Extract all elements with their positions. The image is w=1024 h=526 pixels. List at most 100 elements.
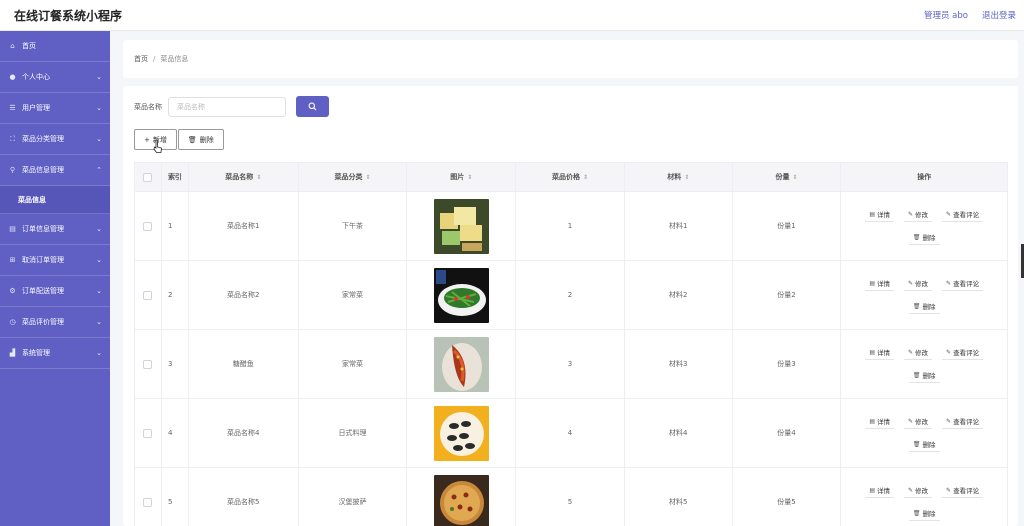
row-index: 2 <box>162 261 189 329</box>
edit-button[interactable]: ✎ 修改 <box>904 483 933 498</box>
row-portion: 份量1 <box>733 192 842 260</box>
reviews-button[interactable]: ✎ 查看评论 <box>942 276 984 291</box>
detail-button[interactable]: ▤ 详情 <box>865 207 894 222</box>
detail-button[interactable]: ▤ 详情 <box>865 483 894 498</box>
sidebar-item-order-delivery[interactable]: ⚙ 订单配送管理 ⌄ <box>0 276 110 307</box>
header-label: 材料 <box>667 173 682 181</box>
dish-table: 索引 菜品名称 ⇕ 菜品分类 ⇕ 图片 ⇕ 菜品价格 ⇕ 材料 ⇕ 份量 ⇕ 操作 1 菜品… <box>134 162 1008 526</box>
row-price: 4 <box>516 399 625 467</box>
edit-icon: ✎ <box>946 486 952 494</box>
row-checkbox[interactable] <box>143 359 153 369</box>
table-row: 5 菜品名称5 汉堡披萨 5 材料5 份量5 ▤ 详情 ✎ 修改 ✎ 查看评论 🗑 删除 <box>135 468 1007 526</box>
dish-image <box>433 336 489 392</box>
reviews-button[interactable]: ✎ 查看评论 <box>942 345 984 360</box>
header-portion[interactable]: 份量 ⇕ <box>733 163 842 191</box>
row-index: 4 <box>162 399 189 467</box>
sidebar-subitem-dish-info[interactable]: 菜品信息 <box>0 186 110 214</box>
header-name[interactable]: 菜品名称 ⇕ <box>189 163 299 191</box>
row-checkbox[interactable] <box>143 497 153 507</box>
home-icon: ⌂ <box>10 42 15 50</box>
chevron-down-icon: ⌄ <box>96 104 102 112</box>
row-portion: 份量2 <box>733 261 842 329</box>
sidebar-item-order-info[interactable]: ▤ 订单信息管理 ⌄ <box>0 214 110 245</box>
reviews-button[interactable]: ✎ 查看评论 <box>942 414 984 429</box>
clock-icon: ◷ <box>9 318 16 326</box>
row-name: 菜品名称1 <box>189 192 299 260</box>
edit-button[interactable]: ✎ 修改 <box>904 345 933 360</box>
row-image-cell <box>407 468 517 526</box>
edit-button[interactable]: ✎ 修改 <box>904 414 933 429</box>
table-row: 4 菜品名称4 日式料理 4 材料4 份量4 ▤ 详情 ✎ 修改 ✎ 查看评论 🗑 删除 <box>135 399 1007 468</box>
header-material[interactable]: 材料 ⇕ <box>625 163 733 191</box>
breadcrumb-home[interactable]: 首页 <box>134 54 148 64</box>
logout-link[interactable]: 退出登录 <box>982 9 1016 21</box>
chevron-up-icon: ⌃ <box>96 166 102 174</box>
row-delete-button[interactable]: 🗑 删除 <box>908 368 940 383</box>
row-checkbox[interactable] <box>143 221 153 231</box>
admin-user-link[interactable]: 管理员 abo <box>924 9 968 21</box>
header-image[interactable]: 图片 ⇕ <box>407 163 517 191</box>
detail-button[interactable]: ▤ 详情 <box>865 345 894 360</box>
row-delete-button[interactable]: 🗑 删除 <box>908 506 940 521</box>
edit-button[interactable]: ✎ 修改 <box>904 207 933 222</box>
op-label: 删除 <box>922 234 936 242</box>
row-checkbox-cell <box>135 192 162 260</box>
row-index: 1 <box>162 192 189 260</box>
app-title: 在线订餐系统小程序 <box>14 8 123 23</box>
op-label: 删除 <box>922 372 936 380</box>
header-category[interactable]: 菜品分类 ⇕ <box>299 163 408 191</box>
row-checkbox-cell <box>135 468 162 526</box>
trash-icon: 🗑 <box>912 509 921 517</box>
reviews-button[interactable]: ✎ 查看评论 <box>942 207 984 222</box>
detail-icon: ▤ <box>869 279 875 287</box>
detail-button[interactable]: ▤ 详情 <box>865 414 894 429</box>
row-ops: ▤ 详情 ✎ 修改 ✎ 查看评论 🗑 删除 <box>841 192 1007 260</box>
table-row: 2 菜品名称2 家常菜 2 材料2 份量2 ▤ 详情 ✎ 修改 ✎ 查看评论 🗑 删除 <box>135 261 1007 330</box>
sidebar-item-label: 菜品评价管理 <box>22 318 64 326</box>
select-all-checkbox[interactable] <box>143 172 153 182</box>
row-material: 材料2 <box>625 261 733 329</box>
breadcrumb-current: 菜品信息 <box>160 55 189 63</box>
top-right-links: 管理员 abo 退出登录 <box>924 9 1016 21</box>
sidebar-item-user-management[interactable]: ☰ 用户管理 ⌄ <box>0 93 110 124</box>
row-index: 5 <box>162 468 189 526</box>
order-icon: ▤ <box>9 225 16 233</box>
delete-button[interactable]: 🗑 删除 <box>177 129 224 150</box>
row-delete-button[interactable]: 🗑 删除 <box>908 230 940 245</box>
row-ops: ▤ 详情 ✎ 修改 ✎ 查看评论 🗑 删除 <box>841 261 1007 329</box>
row-ops: ▤ 详情 ✎ 修改 ✎ 查看评论 🗑 删除 <box>841 399 1007 467</box>
row-ops: ▤ 详情 ✎ 修改 ✎ 查看评论 🗑 删除 <box>841 468 1007 526</box>
sidebar-item-dish-info[interactable]: ⚲ 菜品信息管理 ⌃ <box>0 155 110 186</box>
row-index: 3 <box>162 330 189 398</box>
op-label: 详情 <box>877 487 890 495</box>
row-portion: 份量3 <box>733 330 842 398</box>
sidebar-item-dish-category[interactable]: ⛶ 菜品分类管理 ⌄ <box>0 124 110 155</box>
header-price[interactable]: 菜品价格 ⇕ <box>516 163 625 191</box>
sidebar-item-cancel-order[interactable]: ⊞ 取消订单管理 ⌄ <box>0 245 110 276</box>
reviews-button[interactable]: ✎ 查看评论 <box>942 483 984 498</box>
row-image-cell <box>407 399 517 467</box>
sidebar-item-label: 首页 <box>22 42 36 50</box>
row-price: 1 <box>516 192 625 260</box>
row-checkbox[interactable] <box>143 290 153 300</box>
detail-button[interactable]: ▤ 详情 <box>865 276 894 291</box>
row-material: 材料4 <box>625 399 733 467</box>
sidebar-item-label: 菜品分类管理 <box>22 135 64 143</box>
row-delete-button[interactable]: 🗑 删除 <box>908 299 940 314</box>
sidebar-item-home[interactable]: ⌂ 首页 <box>0 31 110 62</box>
main-panel: 菜品名称 +新增 🗑删除 索引 菜品名称⇕ 菜品分类⇕ 图片⇕ 菜品价格⇕ 材料… <box>123 86 1018 526</box>
trash-icon: 🗑 <box>912 440 921 448</box>
row-delete-button[interactable]: 🗑 删除 <box>908 437 940 452</box>
row-checkbox[interactable] <box>143 428 153 438</box>
detail-icon: ▤ <box>869 417 875 425</box>
search-button[interactable] <box>296 96 329 117</box>
op-label: 修改 <box>915 487 929 495</box>
search-input[interactable] <box>168 96 286 117</box>
sidebar-item-dish-review[interactable]: ◷ 菜品评价管理 ⌄ <box>0 307 110 338</box>
table-header: 索引 菜品名称 ⇕ 菜品分类 ⇕ 图片 ⇕ 菜品价格 ⇕ 材料 ⇕ 份量 ⇕ 操作 <box>135 163 1007 192</box>
edit-button[interactable]: ✎ 修改 <box>904 276 933 291</box>
op-label: 详情 <box>877 211 890 219</box>
sidebar-item-personal-center[interactable]: ● 个人中心 ⌄ <box>0 62 110 93</box>
op-label: 查看评论 <box>953 349 980 357</box>
sidebar-item-system[interactable]: ▟ 系统管理 ⌄ <box>0 338 110 369</box>
